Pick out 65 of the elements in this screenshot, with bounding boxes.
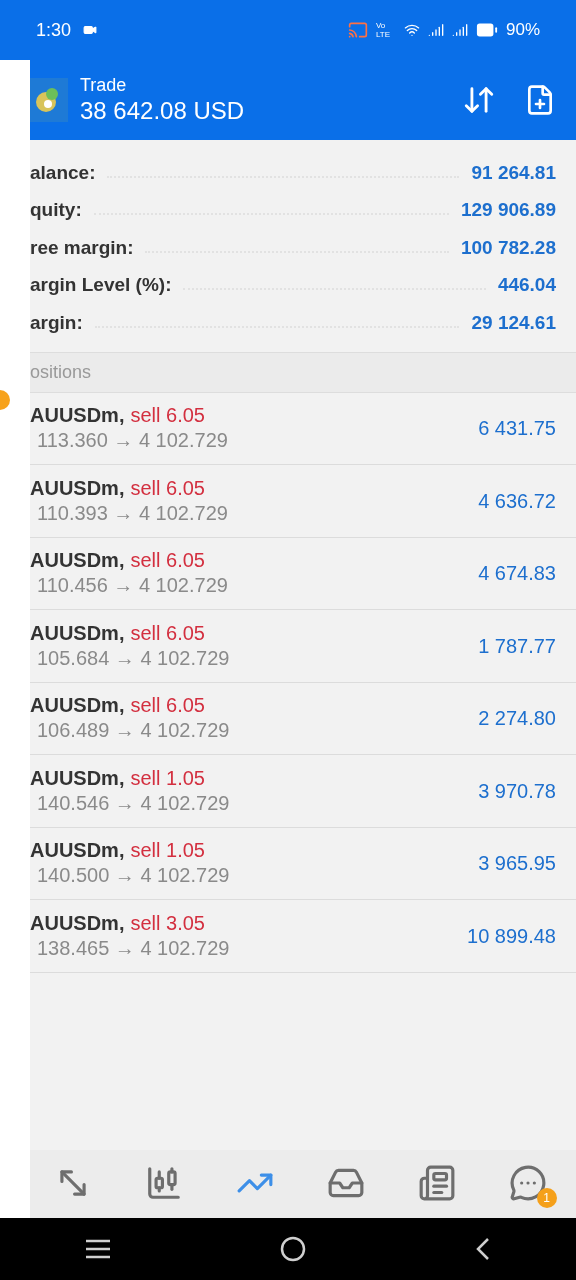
position-prices: 138.465 → 4 102.729 [36, 935, 231, 961]
position-row[interactable]: AUUSDm, sell 1.05 140.546 → 4 102.729 3 970.78 [30, 755, 576, 828]
account-balance: 38 642.08 USD [80, 96, 246, 126]
position-row[interactable]: AUUSDm, sell 6.05 110.456 → 4 102.729 4 674.83 [30, 537, 576, 610]
newspaper-icon [417, 1164, 456, 1202]
position-profit: 1 787.77 [478, 633, 556, 659]
position-symbol: AUUSDm, [30, 693, 125, 718]
position-order: sell 6.05 [130, 403, 205, 428]
cast-icon [347, 20, 368, 40]
position-symbol: AUUSDm, [30, 838, 125, 863]
position-order: sell 6.05 [130, 620, 205, 645]
status-time: 1:30 [36, 18, 72, 42]
position-symbol: AUUSDm, [30, 910, 125, 935]
position-prices: 140.546 → 4 102.729 [36, 790, 231, 816]
position-row[interactable]: AUUSDm, sell 1.05 140.500 → 4 102.729 3 965.95 [30, 827, 576, 900]
position-prices: 110.456 → 4 102.729 [36, 573, 229, 599]
position-symbol: AUUSDm, [30, 765, 125, 790]
position-profit: 10 899.48 [467, 923, 556, 949]
section-header: ositions [30, 352, 576, 393]
position-profit: 6 431.75 [478, 416, 556, 442]
position-row[interactable]: AUUSDm, sell 6.05 106.489 → 4 102.729 2 274.80 [30, 682, 576, 755]
position-row[interactable]: AUUSDm, sell 6.05 110.393 → 4 102.729 4 636.72 [30, 465, 576, 538]
summary-label: argin: [30, 310, 83, 335]
position-symbol: AUUSDm, [30, 475, 125, 500]
position-row[interactable]: AUUSDm, sell 3.05 138.465 → 4 102.729 10 899.48 [30, 900, 576, 973]
battery-level: 90% [505, 19, 540, 42]
signal-icon [451, 22, 468, 38]
position-prices: 105.684 → 4 102.729 [36, 645, 231, 671]
signal-icon [427, 22, 444, 38]
position-order: sell 6.05 [130, 475, 205, 500]
notification-badge: 1 [536, 1188, 557, 1208]
position-row[interactable]: AUUSDm, sell 6.05 113.360 → 4 102.729 6 431.75 [30, 392, 576, 465]
position-order: sell 6.05 [130, 693, 205, 718]
position-order: sell 1.05 [130, 765, 205, 790]
summary-value: 446.04 [497, 273, 556, 297]
home-icon[interactable] [279, 1235, 307, 1263]
position-prices: 110.393 → 4 102.729 [36, 500, 229, 526]
network-label: Vo LTE [375, 21, 392, 39]
menu-icon[interactable] [83, 1238, 112, 1260]
position-profit: 2 274.80 [478, 706, 556, 732]
position-prices: 113.360 → 4 102.729 [36, 428, 229, 454]
summary-value: 100 782.28 [460, 235, 556, 260]
position-profit: 4 674.83 [478, 561, 556, 587]
position-symbol: AUUSDm, [30, 548, 125, 573]
position-symbol: AUUSDm, [30, 403, 125, 428]
position-prices: 140.500 → 4 102.729 [36, 863, 231, 889]
video-recording-icon [83, 23, 98, 37]
summary-label: quity: [30, 198, 82, 222]
position-order: sell 6.05 [130, 548, 205, 573]
summary-label: alance: [30, 160, 96, 185]
header-title: Trade [80, 74, 128, 96]
position-prices: 106.489 → 4 102.729 [36, 718, 231, 744]
summary-value: 129 906.89 [460, 198, 556, 222]
wifi-icon [403, 22, 420, 38]
position-row[interactable]: AUUSDm, sell 6.05 105.684 → 4 102.729 1 787.77 [30, 610, 576, 683]
summary-value: 91 264.81 [471, 160, 556, 185]
position-profit: 4 636.72 [478, 488, 556, 514]
summary-label: argin Level (%): [30, 273, 172, 297]
position-symbol: AUUSDm, [30, 620, 125, 645]
position-profit: 3 970.78 [478, 778, 556, 804]
position-profit: 3 965.95 [478, 851, 556, 877]
summary-label: ree margin: [30, 235, 134, 260]
position-order: sell 1.05 [130, 838, 205, 863]
summary-value: 29 124.61 [471, 310, 556, 335]
position-order: sell 3.05 [130, 910, 205, 935]
